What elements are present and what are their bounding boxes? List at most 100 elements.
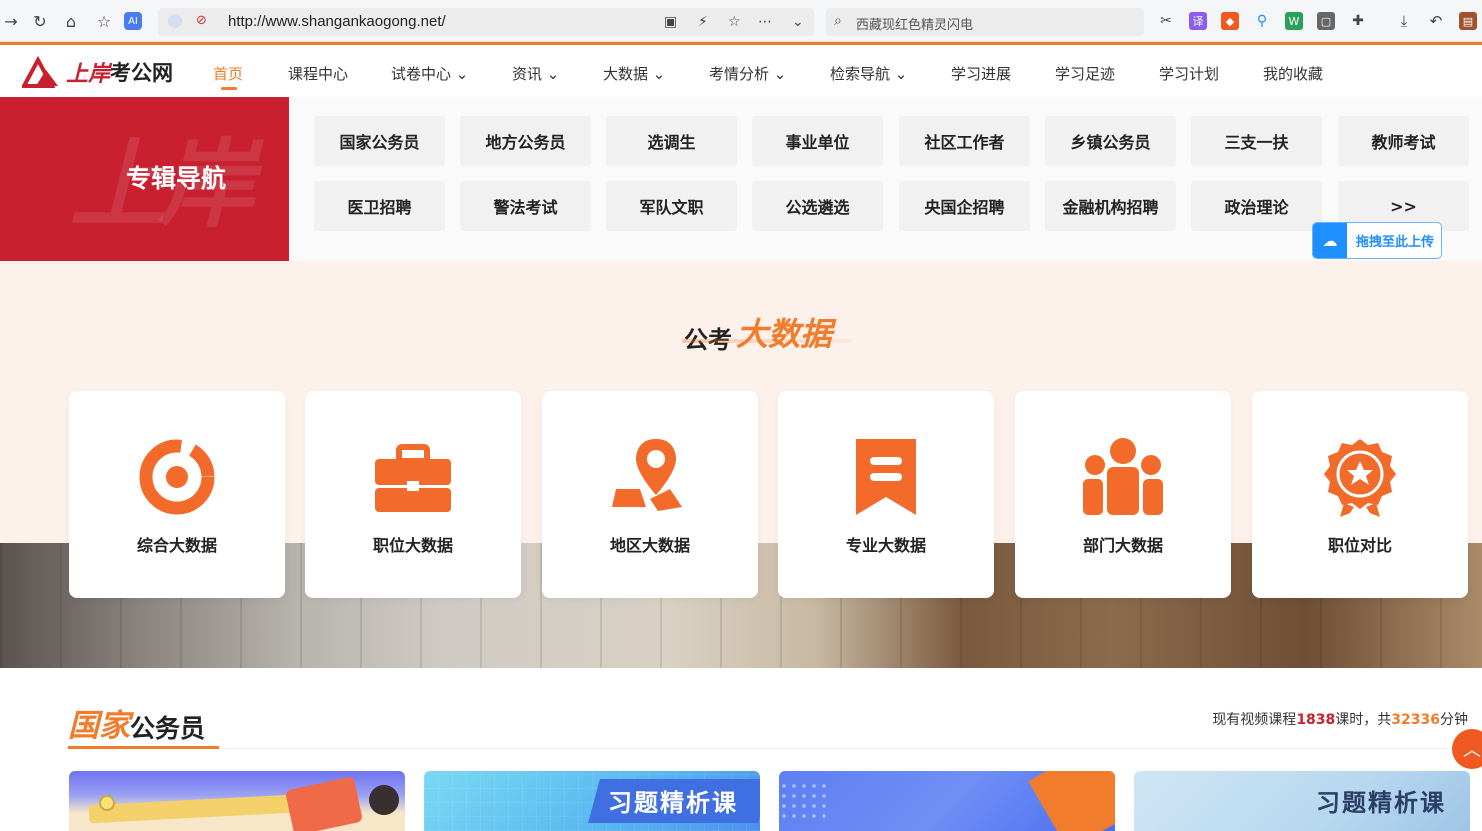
nav-papers[interactable]: 试卷中心 ⌄ — [391, 63, 468, 84]
nav-progress[interactable]: 学习进展 — [951, 63, 1011, 84]
course-card[interactable]: 习题精析课 — [424, 771, 760, 831]
album-tag[interactable]: 三支一扶 — [1191, 116, 1322, 166]
browser-toolbar: → ↻ ⌂ ☆ AI ⊘ http://www.shangankaogong.n… — [0, 0, 1482, 42]
nav-news-label: 资讯 — [512, 65, 543, 83]
nav-home[interactable]: 首页 — [213, 63, 243, 84]
star-icon[interactable]: ☆ — [728, 14, 741, 30]
site-logo[interactable]: 上岸 考公网 — [22, 55, 173, 89]
bigdata-card[interactable]: 地区大数据 — [542, 391, 758, 598]
bigdata-title-a: 公考 — [684, 325, 732, 354]
national-title-a: 国家 — [68, 708, 130, 744]
album-navigation: 上岸 专辑导航 国家公务员 地方公务员 选调生 事业单位 社区工作者 乡镇公务员… — [0, 97, 1482, 261]
nav-analysis[interactable]: 考情分析 ⌄ — [709, 63, 786, 84]
nav-bigdata[interactable]: 大数据 ⌄ — [603, 63, 665, 84]
nav-footprint[interactable]: 学习足迹 — [1055, 63, 1115, 84]
album-tag[interactable]: 军队文职 — [606, 181, 737, 231]
scissors-icon[interactable]: ✂ — [1157, 12, 1175, 30]
album-tag[interactable]: 事业单位 — [752, 116, 883, 166]
album-tag[interactable]: 警法考试 — [460, 181, 591, 231]
toolbox-icon[interactable]: ▤ — [1459, 12, 1477, 30]
lightning-icon[interactable]: ⚡ — [698, 14, 708, 30]
chevron-down-icon: ⌄ — [648, 65, 666, 83]
nav-plan[interactable]: 学习计划 — [1159, 63, 1219, 84]
url-text[interactable]: http://www.shangankaogong.net/ — [228, 13, 446, 30]
card-label: 地区大数据 — [609, 536, 690, 555]
puzzle-icon[interactable]: ✚ — [1349, 12, 1367, 30]
album-tag[interactable]: 金融机构招聘 — [1045, 181, 1176, 231]
search-icon: ⌕ — [834, 13, 842, 29]
course-card[interactable] — [69, 771, 405, 831]
nav-courses[interactable]: 课程中心 — [288, 63, 348, 84]
nav-active-indicator — [221, 87, 237, 90]
album-tag[interactable]: 央国企招聘 — [899, 181, 1030, 231]
album-tag[interactable]: 乡镇公务员 — [1045, 116, 1176, 166]
briefcase-icon — [375, 444, 451, 512]
nav-search-label: 检索导航 — [830, 65, 891, 83]
bigdata-card[interactable]: 专业大数据 — [778, 391, 994, 598]
album-nav-banner: 上岸 专辑导航 — [0, 97, 289, 261]
course-title: 习题精析课 — [608, 788, 738, 817]
album-tag[interactable]: 教师考试 — [1338, 116, 1469, 166]
undo-icon[interactable]: ↶ — [1427, 12, 1445, 30]
game-icon[interactable]: ◆ — [1221, 12, 1239, 30]
chevron-down-icon: ⌄ — [890, 65, 908, 83]
album-tag[interactable]: 政治理论 — [1191, 181, 1322, 231]
nav-search[interactable]: 检索导航 ⌄ — [830, 63, 907, 84]
more-icon[interactable]: ⋯ — [758, 14, 772, 30]
national-title-underline — [68, 746, 219, 749]
box-ext-icon[interactable]: ▢ — [1317, 12, 1335, 30]
logo-brand: 上岸 — [66, 61, 111, 87]
nav-news[interactable]: 资讯 ⌄ — [512, 63, 559, 84]
ai-icon[interactable]: AI — [124, 12, 142, 30]
course-card[interactable]: 习题精析课 — [1134, 771, 1470, 831]
chevron-down-icon[interactable]: ⌄ — [792, 14, 804, 30]
clock-icon — [99, 795, 115, 811]
card-label: 职位大数据 — [372, 536, 453, 555]
album-tag[interactable]: 公选遴选 — [752, 181, 883, 231]
translate-icon[interactable]: 译 — [1189, 12, 1207, 30]
magnifier-ext-icon[interactable]: ⚲ — [1253, 12, 1271, 30]
bigdata-card[interactable]: 职位大数据 — [305, 391, 521, 598]
reload-icon[interactable]: ↻ — [29, 10, 51, 32]
avatar — [369, 785, 399, 815]
image-icon[interactable]: ▣ — [664, 14, 677, 30]
insecure-icon[interactable]: ⊘ — [196, 13, 207, 28]
donut-chart-icon — [139, 439, 215, 515]
minute-count: 32336 — [1391, 712, 1440, 728]
bigdata-card[interactable]: 部门大数据 — [1015, 391, 1231, 598]
album-tag[interactable]: 医卫招聘 — [314, 181, 445, 231]
chevron-down-icon: ⌄ — [769, 65, 787, 83]
album-tag[interactable]: 选调生 — [606, 116, 737, 166]
card-label: 专业大数据 — [845, 536, 926, 555]
address-bar[interactable]: ⊘ http://www.shangankaogong.net/ ▣ ⚡ ☆ ⋯… — [158, 8, 814, 36]
favorites-icon[interactable]: ☆ — [93, 10, 115, 32]
back-to-top-button[interactable]: ︿ — [1452, 729, 1482, 769]
stats-mid: 课时，共 — [1335, 712, 1392, 728]
download-icon[interactable]: ⤓ — [1395, 12, 1413, 30]
card-label: 综合大数据 — [136, 536, 217, 555]
word-ext-icon[interactable]: W — [1285, 12, 1303, 30]
logo-suffix: 考公网 — [110, 60, 174, 85]
nav-favorites[interactable]: 我的收藏 — [1263, 63, 1323, 84]
home-icon[interactable]: ⌂ — [60, 10, 82, 32]
chevron-up-icon: ︿ — [1463, 740, 1481, 761]
course-card[interactable] — [779, 771, 1115, 831]
course-title: 习题精析课 — [1316, 788, 1446, 817]
bigdata-card[interactable]: 职位对比 — [1252, 391, 1468, 598]
search-input[interactable]: 西藏现红色精灵闪电 — [856, 14, 973, 33]
map-pin-icon — [612, 439, 682, 511]
nav-analysis-label: 考情分析 — [709, 65, 770, 83]
upload-dropzone[interactable]: ☁ 拖拽至此上传 — [1312, 222, 1442, 259]
browser-search[interactable]: ⌕ 西藏现红色精灵闪电 — [826, 8, 1144, 36]
album-tag[interactable]: 地方公务员 — [460, 116, 591, 166]
forward-icon[interactable]: → — [0, 10, 22, 32]
section-divider — [219, 748, 1468, 749]
bigdata-card[interactable]: 综合大数据 — [69, 391, 285, 598]
site-info-icon[interactable] — [168, 14, 182, 28]
stats-suffix: 分钟 — [1440, 712, 1468, 728]
nav-papers-label: 试卷中心 — [391, 65, 452, 83]
album-tag[interactable]: 社区工作者 — [899, 116, 1030, 166]
national-title-b: 公务员 — [130, 714, 206, 743]
bigdata-title: 公考 大数据 — [684, 309, 832, 355]
album-tag[interactable]: 国家公务员 — [314, 116, 445, 166]
